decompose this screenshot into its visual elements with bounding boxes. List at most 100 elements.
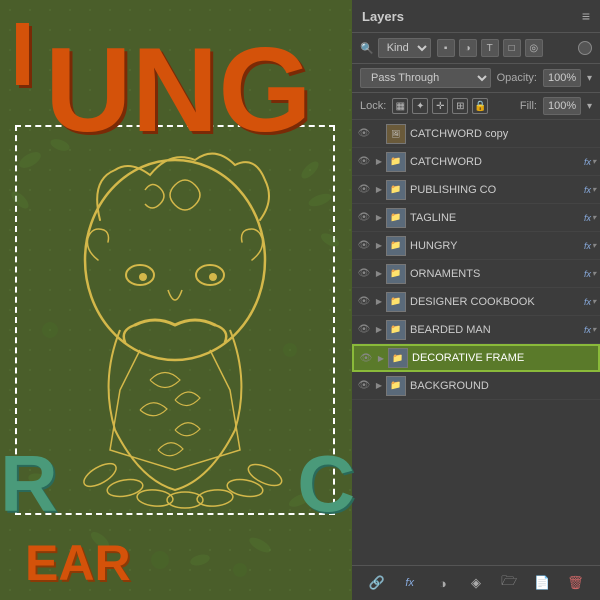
layer-name-decorative-frame: DECORATIVE FRAME: [412, 352, 594, 364]
layer-thumb-catchword: 📁: [386, 152, 406, 172]
fx-badge-tagline[interactable]: fx▾: [584, 213, 596, 223]
add-fx-btn[interactable]: fx: [399, 572, 421, 594]
text-ear: EAR: [25, 534, 131, 592]
eye-icon-designer-cookbook[interactable]: 👁: [356, 294, 372, 310]
layer-item-designer-cookbook[interactable]: 👁▶📁DESIGNER COOKBOOKfx▾: [352, 288, 600, 316]
layer-name-ornaments: ORNAMENTS: [410, 268, 580, 280]
fill-label: Fill:: [520, 100, 537, 112]
new-layer-btn[interactable]: 📄: [531, 572, 553, 594]
fx-badge-bearded-man[interactable]: fx▾: [584, 325, 596, 335]
eye-icon-ornaments[interactable]: 👁: [356, 266, 372, 282]
link-layers-btn[interactable]: 🔗: [366, 572, 388, 594]
layer-thumb-catchword-copy: 🖼: [386, 124, 406, 144]
lock-fill-row: Lock: ▦ ✦ ✛ ⊞ 🔒 Fill: ▾: [352, 93, 600, 120]
shape-filter-btn[interactable]: □: [503, 39, 521, 57]
eye-icon-catchword-copy[interactable]: 👁: [356, 126, 372, 142]
layer-item-tagline[interactable]: 👁▶📁 TAGLINE fx▾: [352, 204, 600, 232]
expand-arrow-publishing-co[interactable]: ▶: [374, 182, 384, 198]
pixel-filter-btn[interactable]: ▪: [437, 39, 455, 57]
lock-artboard-btn[interactable]: ⊞: [452, 98, 468, 114]
text-r: R: [0, 438, 58, 530]
layer-item-bearded-man[interactable]: 👁▶📁 BEARDED MAN fx▾: [352, 316, 600, 344]
expand-arrow-hungry[interactable]: ▶: [374, 238, 384, 254]
layer-thumb-decorative-frame: 📁: [388, 348, 408, 368]
opacity-label: Opacity:: [497, 72, 537, 84]
new-group-btn[interactable]: 🗁: [498, 572, 520, 594]
expand-arrow-catchword[interactable]: ▶: [374, 154, 384, 170]
layer-name-catchword-copy: CATCHWORD copy: [410, 128, 596, 140]
layer-thumb-publishing-co: 📁: [386, 180, 406, 200]
layer-item-publishing-co[interactable]: 👁▶📁 PUBLISHING CO fx▾: [352, 176, 600, 204]
layer-item-catchword[interactable]: 👁▶📁 CATCHWORD fx▾: [352, 148, 600, 176]
fill-chevron[interactable]: ▾: [587, 101, 592, 112]
kind-dropdown[interactable]: Kind: [378, 38, 431, 58]
layer-item-ornaments[interactable]: 👁▶📁 ORNAMENTS fx▾: [352, 260, 600, 288]
panel-title: Layers: [362, 9, 404, 24]
lock-all-btn[interactable]: 🔒: [472, 98, 488, 114]
adjustment-filter-btn[interactable]: ◑: [459, 39, 477, 57]
type-filter-btn[interactable]: T: [481, 39, 499, 57]
expand-arrow-bearded-man[interactable]: ▶: [374, 322, 384, 338]
layer-item-hungry[interactable]: 👁▶📁 HUNGRY fx▾: [352, 232, 600, 260]
eye-icon-background[interactable]: 👁: [356, 378, 372, 394]
blend-mode-dropdown[interactable]: Pass Through: [360, 68, 491, 88]
eye-icon-bearded-man[interactable]: 👁: [356, 322, 372, 338]
layer-thumb-ornaments: 📁: [386, 264, 406, 284]
lock-position-btn[interactable]: ✛: [432, 98, 448, 114]
blend-opacity-row: Pass Through Opacity: ▾: [352, 64, 600, 93]
layer-name-background: BACKGROUND: [410, 380, 596, 392]
artwork-background: I UNG: [0, 0, 355, 600]
add-mask-btn[interactable]: ◑: [432, 572, 454, 594]
lock-transparency-btn[interactable]: ▦: [392, 98, 408, 114]
layer-name-hungry: HUNGRY: [410, 240, 580, 252]
eye-icon-hungry[interactable]: 👁: [356, 238, 372, 254]
expand-arrow-decorative-frame[interactable]: ▶: [376, 350, 386, 366]
opacity-chevron[interactable]: ▾: [587, 73, 592, 84]
layer-item-catchword-copy[interactable]: 👁 🖼 CATCHWORD copy: [352, 120, 600, 148]
layer-item-decorative-frame[interactable]: 👁▶📁 DECORATIVE FRAME: [352, 344, 600, 372]
fx-badge-catchword[interactable]: fx▾: [584, 157, 596, 167]
text-c: C: [297, 438, 355, 530]
text-ung: UNG: [45, 30, 312, 150]
layer-name-tagline: TAGLINE: [410, 212, 580, 224]
fill-input[interactable]: [543, 97, 581, 115]
expand-arrow-designer-cookbook[interactable]: ▶: [374, 294, 384, 310]
opacity-input[interactable]: [543, 69, 581, 87]
layer-thumb-bearded-man: 📁: [386, 320, 406, 340]
layer-name-catchword: CATCHWORD: [410, 156, 580, 168]
text-i: I: [10, 10, 35, 100]
layer-item-background[interactable]: 👁▶📁 BACKGROUND: [352, 372, 600, 400]
layer-name-designer-cookbook: DESIGNER COOKBOOK: [410, 296, 580, 308]
eye-icon-publishing-co[interactable]: 👁: [356, 182, 372, 198]
panel-footer: 🔗 fx ◑ ◈ 🗁 📄 🗑: [352, 565, 600, 600]
expand-arrow-ornaments[interactable]: ▶: [374, 266, 384, 282]
search-icon: 🔍: [360, 42, 374, 55]
lock-label: Lock:: [360, 100, 386, 112]
delete-layer-btn[interactable]: 🗑: [564, 572, 586, 594]
smart-filter-btn[interactable]: ◎: [525, 39, 543, 57]
expand-arrow-background[interactable]: ▶: [374, 378, 384, 394]
fx-badge-designer-cookbook[interactable]: fx▾: [584, 297, 596, 307]
fx-badge-publishing-co[interactable]: fx▾: [584, 185, 596, 195]
expand-arrow-tagline[interactable]: ▶: [374, 210, 384, 226]
panel-header: Layers ≡: [352, 0, 600, 33]
layer-thumb-hungry: 📁: [386, 236, 406, 256]
layer-name-publishing-co: PUBLISHING CO: [410, 184, 580, 196]
fx-badge-hungry[interactable]: fx▾: [584, 241, 596, 251]
eye-icon-decorative-frame[interactable]: 👁: [358, 350, 374, 366]
eye-icon-tagline[interactable]: 👁: [356, 210, 372, 226]
panel-menu-icon[interactable]: ≡: [582, 8, 590, 24]
new-fill-adjustment-btn[interactable]: ◈: [465, 572, 487, 594]
layers-panel: Layers ≡ 🔍 Kind ▪ ◑ T □ ◎ Pass Through O…: [352, 0, 600, 600]
lock-icons: ▦ ✦ ✛ ⊞ 🔒: [392, 98, 514, 114]
filter-icons: ▪ ◑ T □ ◎: [437, 39, 543, 57]
layer-name-bearded-man: BEARDED MAN: [410, 324, 580, 336]
filter-toggle[interactable]: [578, 41, 592, 55]
fx-badge-ornaments[interactable]: fx▾: [584, 269, 596, 279]
eye-icon-catchword[interactable]: 👁: [356, 154, 372, 170]
lock-image-btn[interactable]: ✦: [412, 98, 428, 114]
layers-list: 👁🖼CATCHWORD copy👁▶📁CATCHWORDfx▾👁▶📁PUBLIS…: [352, 120, 600, 565]
filter-row: 🔍 Kind ▪ ◑ T □ ◎: [352, 33, 600, 64]
layer-thumb-tagline: 📁: [386, 208, 406, 228]
layer-thumb-background: 📁: [386, 376, 406, 396]
